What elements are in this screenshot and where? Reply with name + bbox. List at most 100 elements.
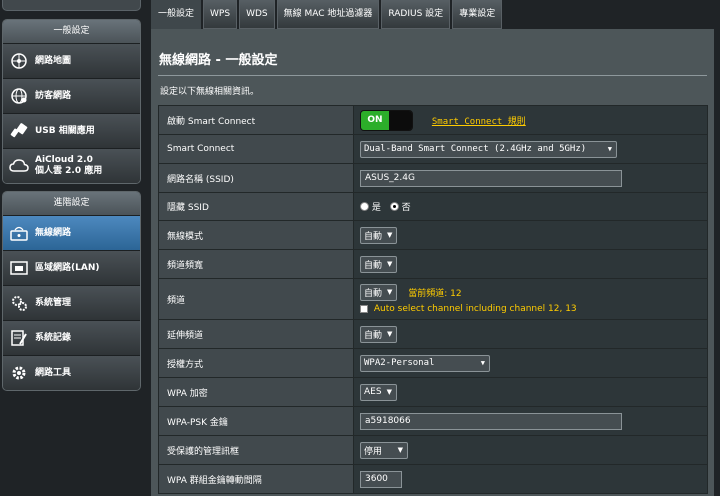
chevron-down-icon: ▼ xyxy=(397,446,403,454)
wpa-psk-input[interactable]: a5918066 xyxy=(360,412,622,430)
sidebar-item-network-map[interactable]: 網路地圖 xyxy=(3,43,140,78)
field-value: 是 否 xyxy=(353,192,708,221)
field-value: AES ▼ xyxy=(353,377,708,407)
menu-group-title-general: 一般設定 xyxy=(3,20,140,43)
select-value: 停用 xyxy=(364,446,383,457)
main-panel: 無線網路 - 一般設定 設定以下無線相關資訊。 啟動 Smart Connect… xyxy=(151,29,714,496)
field-value: 自動 ▼ xyxy=(353,249,708,279)
bandwidth-select[interactable]: 自動 ▼ xyxy=(360,255,398,273)
sidebar-top-stub xyxy=(2,0,141,11)
usb-icon xyxy=(9,121,29,141)
guest-network-icon xyxy=(9,86,29,106)
lan-icon xyxy=(9,258,29,278)
sidebar-item-lan[interactable]: 區域網路(LAN) xyxy=(3,250,140,285)
menu-group-general: 一般設定 網路地圖 訪客網路 USB 相關應用 AiCloud 2.0 個人雲 … xyxy=(2,19,141,184)
field-label: 網路名稱 (SSID) xyxy=(158,163,354,193)
field-label: 隱藏 SSID xyxy=(158,192,354,221)
page-description: 設定以下無線相關資訊。 xyxy=(160,87,260,97)
field-label: 無線模式 xyxy=(158,220,354,250)
menu-group-advanced: 進階設定 無線網路 區域網路(LAN) 系統管理 系統記錄 網路工具 xyxy=(2,191,141,391)
group-key-interval-input[interactable]: 3600 xyxy=(360,470,402,488)
sidebar-item-label: AiCloud 2.0 個人雲 2.0 應用 xyxy=(35,155,102,177)
field-label: 延伸頻道 xyxy=(158,319,354,349)
sidebar-item-usb[interactable]: USB 相關應用 xyxy=(3,113,140,148)
current-channel-text: 當前頻道: 12 xyxy=(408,288,462,299)
sidebar-item-wireless[interactable]: 無線網路 xyxy=(3,215,140,250)
row-smart-connect: Smart Connect Dual-Band Smart Connect (2… xyxy=(158,134,708,164)
field-label: 授權方式 xyxy=(158,348,354,378)
row-hide-ssid: 隱藏 SSID 是 否 xyxy=(158,192,708,221)
field-value: 自動 ▼ 當前頻道: 12 Auto select channel includ… xyxy=(353,278,708,320)
sidebar-item-aicloud[interactable]: AiCloud 2.0 個人雲 2.0 應用 xyxy=(3,148,140,183)
channel-select[interactable]: 自動 ▼ xyxy=(360,283,398,301)
wpa-encryption-select[interactable]: AES ▼ xyxy=(360,383,397,401)
sidebar-item-system-log[interactable]: 系統記錄 xyxy=(3,320,140,355)
select-value: Dual-Band Smart Connect (2.4GHz and 5GHz… xyxy=(364,144,587,154)
sidebar: 一般設定 網路地圖 訪客網路 USB 相關應用 AiCloud 2.0 個人雲 … xyxy=(2,0,141,496)
system-log-icon xyxy=(9,328,29,348)
hide-ssid-yes-radio[interactable] xyxy=(360,202,369,211)
sidebar-item-label: 訪客網路 xyxy=(35,90,72,101)
auth-method-select[interactable]: WPA2-Personal ▼ xyxy=(360,354,490,372)
sidebar-item-guest-network[interactable]: 訪客網路 xyxy=(3,78,140,113)
sidebar-item-label: 系統記錄 xyxy=(35,332,72,343)
tab-professional[interactable]: 專業設定 xyxy=(452,0,503,29)
field-label: 啟動 Smart Connect xyxy=(158,105,354,135)
row-wpa-psk: WPA-PSK 金鑰 a5918066 xyxy=(158,406,708,436)
field-value: 3600 xyxy=(353,464,708,494)
field-label: 受保護的管理訊框 xyxy=(158,435,354,465)
select-value: 自動 xyxy=(364,288,383,299)
wireless-icon xyxy=(9,223,29,243)
row-channel: 頻道 自動 ▼ 當前頻道: 12 Auto select channel inc… xyxy=(158,278,708,320)
settings-table: 啟動 Smart Connect ON Smart Connect 規則 Sma… xyxy=(158,105,708,494)
network-tools-icon xyxy=(9,363,29,383)
field-value: ASUS_2.4G xyxy=(353,163,708,193)
sidebar-item-label: USB 相關應用 xyxy=(35,125,95,136)
smart-connect-select[interactable]: Dual-Band Smart Connect (2.4GHz and 5GHz… xyxy=(360,140,617,158)
field-value: 停用 ▼ xyxy=(353,435,708,465)
field-label: 頻道 xyxy=(158,278,354,320)
field-label: 頻道頻寬 xyxy=(158,249,354,279)
field-value: WPA2-Personal ▼ xyxy=(353,348,708,378)
row-auth-method: 授權方式 WPA2-Personal ▼ xyxy=(158,348,708,378)
field-value: 自動 ▼ xyxy=(353,319,708,349)
extension-channel-select[interactable]: 自動 ▼ xyxy=(360,325,398,343)
admin-gear-icon xyxy=(9,293,29,313)
tab-bar: 一般設定 WPS WDS 無線 MAC 地址過濾器 RADIUS 設定 專業設定 xyxy=(151,0,504,29)
tab-mac-filter[interactable]: 無線 MAC 地址過濾器 xyxy=(276,0,380,29)
tab-radius[interactable]: RADIUS 設定 xyxy=(381,0,451,29)
row-group-key-interval: WPA 群組金鑰轉動間隔 3600 xyxy=(158,464,708,494)
select-value: 自動 xyxy=(364,231,383,242)
sidebar-item-label: 網路地圖 xyxy=(35,55,72,66)
ssid-input[interactable]: ASUS_2.4G xyxy=(360,169,622,187)
chevron-down-icon: ▼ xyxy=(607,145,612,153)
sidebar-item-label-line2: 個人雲 2.0 應用 xyxy=(35,166,103,176)
tab-wps[interactable]: WPS xyxy=(203,0,238,29)
row-extension-channel: 延伸頻道 自動 ▼ xyxy=(158,319,708,349)
sidebar-item-administration[interactable]: 系統管理 xyxy=(3,285,140,320)
row-smart-connect-enable: 啟動 Smart Connect ON Smart Connect 規則 xyxy=(158,105,708,135)
select-value: AES xyxy=(364,387,382,397)
auto-channel-checkbox[interactable] xyxy=(360,304,368,313)
toggle-knob xyxy=(389,110,412,130)
tab-wds[interactable]: WDS xyxy=(239,0,275,29)
sidebar-item-network-tools[interactable]: 網路工具 xyxy=(3,355,140,390)
sidebar-item-label: 無線網路 xyxy=(35,227,72,238)
field-value: Dual-Band Smart Connect (2.4GHz and 5GHz… xyxy=(353,134,708,164)
chevron-down-icon: ▼ xyxy=(387,288,393,297)
field-label: Smart Connect xyxy=(158,134,354,164)
pmf-select[interactable]: 停用 ▼ xyxy=(360,441,408,459)
row-bandwidth: 頻道頻寬 自動 ▼ xyxy=(158,249,708,279)
page-title: 無線網路 - 一般設定 xyxy=(159,53,278,68)
chevron-down-icon: ▼ xyxy=(387,260,393,268)
sidebar-item-label: 區域網路(LAN) xyxy=(35,262,100,273)
row-pmf: 受保護的管理訊框 停用 ▼ xyxy=(158,435,708,465)
tab-general[interactable]: 一般設定 xyxy=(151,0,202,29)
wireless-mode-select[interactable]: 自動 ▼ xyxy=(360,226,398,244)
hide-ssid-no-radio[interactable] xyxy=(389,202,399,211)
field-label: WPA 群組金鑰轉動間隔 xyxy=(158,464,354,494)
field-label: WPA 加密 xyxy=(158,377,354,407)
smart-connect-rule-link[interactable]: Smart Connect 規則 xyxy=(432,117,526,127)
smart-connect-toggle[interactable]: ON xyxy=(360,109,413,131)
chevron-down-icon: ▼ xyxy=(387,330,393,338)
